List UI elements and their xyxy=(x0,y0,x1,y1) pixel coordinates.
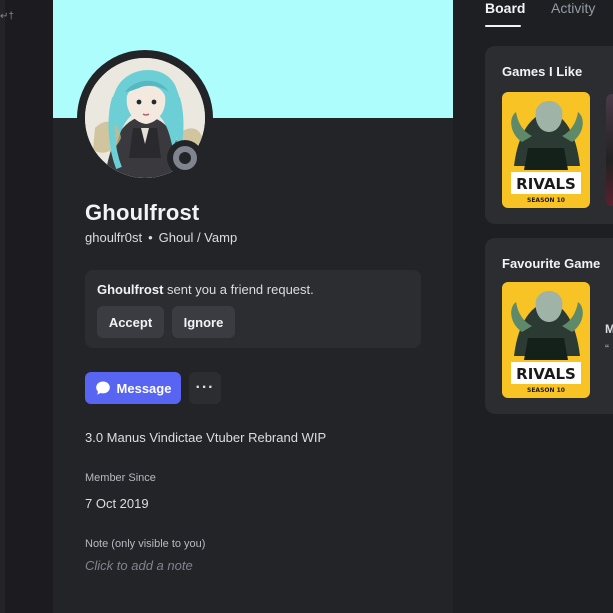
friend-request-sender: Ghoulfrost xyxy=(97,282,164,297)
status-indicator xyxy=(167,140,203,176)
game-cover[interactable]: RIVALS SEASON 10 xyxy=(502,92,590,208)
profile-subline: ghoulfr0st • Ghoul / Vamp xyxy=(85,230,237,245)
tab-board[interactable]: Board xyxy=(485,0,525,16)
separator-dot: • xyxy=(148,230,153,245)
ignore-button[interactable]: Ignore xyxy=(172,306,235,338)
game-cover-partial[interactable] xyxy=(606,94,613,206)
more-options-button[interactable]: ··· xyxy=(189,372,221,404)
cover-logo-text: RIVALS xyxy=(516,175,576,193)
user-profile-panel: Ghoulfrost ghoulfr0st • Ghoul / Vamp Ghoul… xyxy=(53,0,453,613)
tab-activity[interactable]: Activity xyxy=(551,0,595,16)
game-cover-art: RIVALS SEASON 10 xyxy=(502,92,590,208)
profile-board-panel: Board Activity Games I Like RIVALS SEASO… xyxy=(453,0,613,613)
friend-request-message: sent you a friend request. xyxy=(163,282,314,297)
message-button-label: Message xyxy=(116,380,172,396)
games-i-like-title: Games I Like xyxy=(502,64,583,79)
sidebar-edge xyxy=(0,0,5,613)
fav-cover-logo-text: RIVALS xyxy=(516,365,576,383)
favourite-game-quote: “ xyxy=(605,342,609,356)
member-since-value: 7 Oct 2019 xyxy=(85,496,149,511)
friend-request-text: Ghoulfrost sent you a friend request. xyxy=(97,282,314,297)
pronouns: Ghoul / Vamp xyxy=(158,230,238,245)
display-name: Ghoulfrost xyxy=(85,200,200,225)
server-sidebar-strip: ↵† xyxy=(0,0,53,613)
favourite-game-name: M xyxy=(605,322,613,336)
message-button[interactable]: Message xyxy=(85,372,181,404)
games-i-like-card: Games I Like RIVALS SEASON 10 xyxy=(485,46,613,224)
accept-button[interactable]: Accept xyxy=(97,306,164,338)
friend-request-card: Ghoulfrost sent you a friend request. Ac… xyxy=(85,270,421,348)
note-input[interactable]: Click to add a note xyxy=(85,558,193,573)
favourite-game-cover[interactable]: RIVALS SEASON 10 xyxy=(502,282,590,398)
note-label: Note (only visible to you) xyxy=(85,538,206,550)
username: ghoulfr0st xyxy=(85,230,143,245)
favourite-game-title: Favourite Game xyxy=(502,256,601,271)
avatar-ring xyxy=(77,50,213,186)
member-since-label: Member Since xyxy=(85,472,156,484)
offline-status-icon xyxy=(173,146,197,170)
ellipsis-icon: ··· xyxy=(195,379,215,396)
fav-cover-season-text: SEASON 10 xyxy=(527,387,565,394)
profile-bio: 3.0 Manus Vindictae Vtuber Rebrand WIP xyxy=(85,430,327,445)
chat-bubble-icon xyxy=(95,381,110,395)
favourite-game-card: Favourite Game RIVALS SEASON 10 M “ xyxy=(485,238,613,414)
favourite-game-cover-art: RIVALS SEASON 10 xyxy=(502,282,590,398)
active-tab-underline xyxy=(485,25,521,27)
sidebar-glyph: ↵† xyxy=(0,11,14,22)
cover-season-text: SEASON 10 xyxy=(527,197,565,204)
